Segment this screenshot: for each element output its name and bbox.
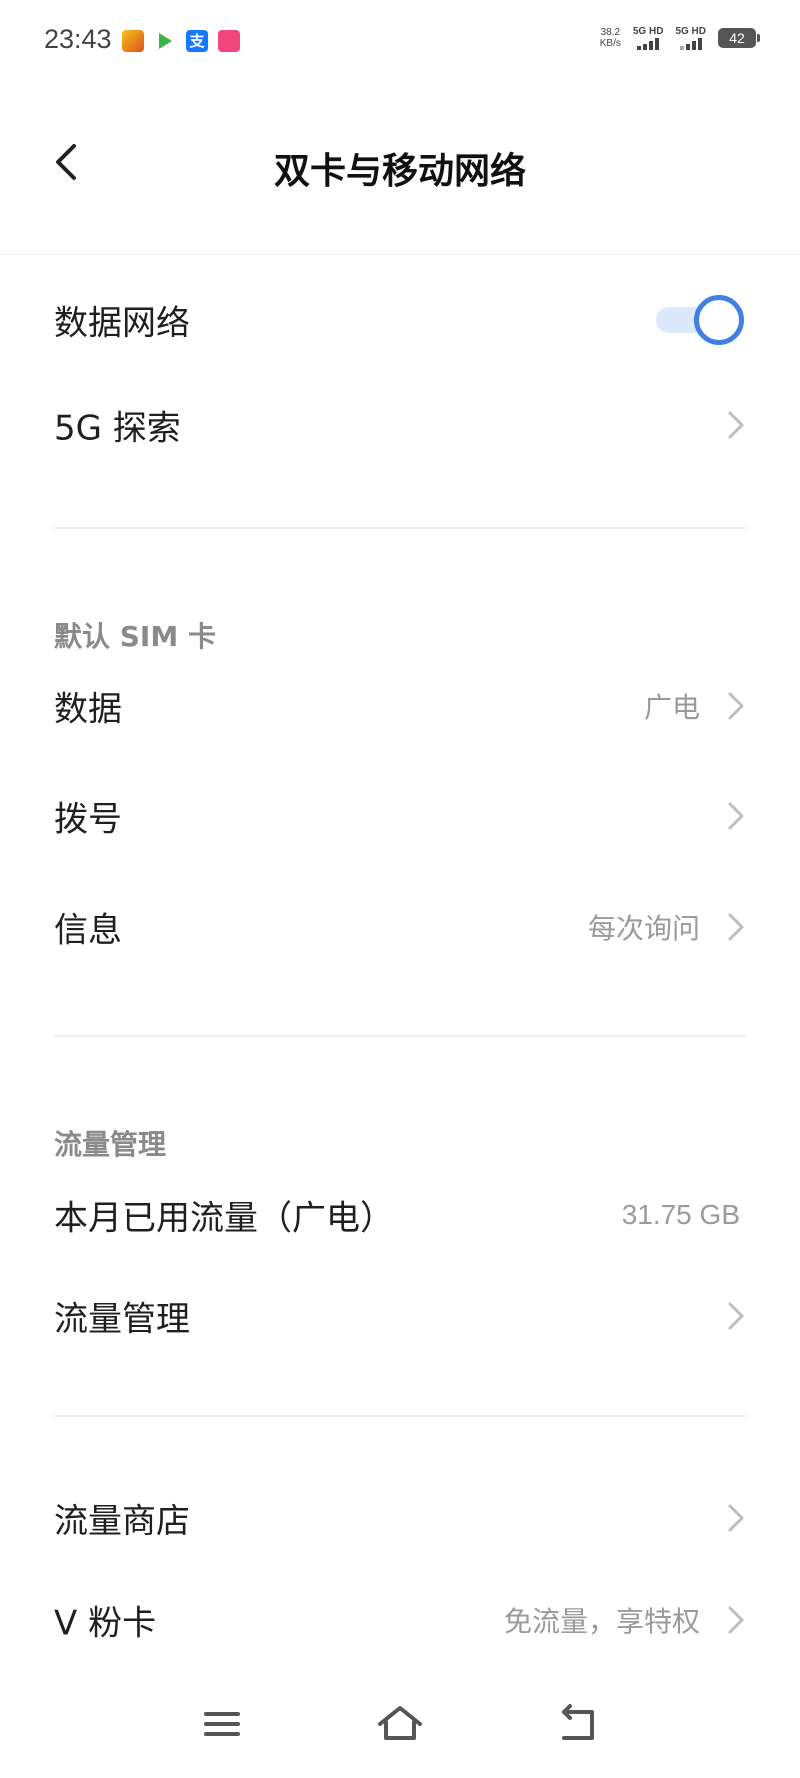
alipay-icon: 支 — [186, 30, 208, 52]
page-title: 双卡与移动网络 — [273, 151, 526, 192]
sim2-signal: 5G HD — [675, 26, 706, 50]
row-label: 本月已用流量（广电） — [54, 1198, 394, 1239]
back-icon — [562, 1704, 594, 1740]
sim1-signal: 5G HD — [632, 26, 664, 50]
home-icon — [378, 1706, 422, 1740]
row-label: 数据网络 — [54, 303, 190, 344]
row-value: 广电 — [643, 691, 700, 724]
row-value: 每次询问 — [587, 912, 700, 945]
menu-icon — [204, 1712, 240, 1736]
row-traffic-store[interactable]: 流量商店 — [0, 1473, 800, 1563]
app-icon-1 — [122, 30, 144, 52]
row-value: 31.75 GB — [621, 1199, 740, 1230]
row-label: 流量管理 — [54, 1299, 190, 1340]
chevron-right-icon — [724, 688, 748, 724]
status-time: 23:43 — [44, 24, 112, 54]
row-default-data[interactable]: 数据 广电 — [0, 661, 800, 751]
chevron-right-icon — [724, 1298, 748, 1334]
app-icon-2 — [154, 30, 176, 52]
chevron-right-icon — [724, 798, 748, 834]
signal-bars-icon — [679, 38, 702, 50]
chevron-right-icon — [724, 909, 748, 945]
screen: 23:43 支 38.2 KB/s 5G HD 5G HD 42 双卡与移动网络… — [0, 0, 800, 1778]
row-value: 免流量，享特权 — [503, 1605, 700, 1638]
sim1-signal-label: 5G HD — [632, 26, 664, 37]
row-v-fan-card[interactable]: V 粉卡 免流量，享特权 — [0, 1575, 800, 1665]
chevron-right-icon — [724, 1602, 748, 1638]
data-network-toggle[interactable] — [656, 295, 744, 345]
row-5g-explore[interactable]: 5G 探索 — [0, 380, 800, 470]
sim2-signal-label: 5G HD — [675, 26, 706, 37]
row-label: V 粉卡 — [54, 1603, 157, 1644]
nav-menu-button[interactable] — [192, 1694, 252, 1754]
status-indicators: 38.2 KB/s 5G HD 5G HD 42 — [600, 26, 760, 50]
speed-value: 38.2 — [600, 27, 621, 38]
section-header-traffic: 流量管理 — [54, 1128, 167, 1161]
chevron-right-icon — [724, 407, 748, 443]
section-divider — [54, 527, 746, 529]
system-nav-bar — [0, 1680, 800, 1778]
nav-home-button[interactable] — [370, 1694, 430, 1754]
toggle-knob — [694, 295, 744, 345]
row-traffic-management[interactable]: 流量管理 — [0, 1271, 800, 1361]
network-speed: 38.2 KB/s — [600, 27, 621, 49]
section-divider — [54, 1035, 746, 1037]
speed-unit: KB/s — [599, 38, 621, 49]
status-bar: 23:43 支 38.2 KB/s 5G HD 5G HD 42 — [0, 0, 800, 80]
section-header-default-sim: 默认 SIM 卡 — [54, 620, 216, 653]
row-label: 5G 探索 — [54, 408, 181, 449]
row-monthly-usage: 本月已用流量（广电） 31.75 GB — [0, 1170, 800, 1260]
row-label: 流量商店 — [54, 1501, 190, 1542]
app-header: 双卡与移动网络 — [0, 80, 800, 255]
row-label: 数据 — [54, 689, 122, 730]
row-label: 信息 — [54, 910, 122, 951]
row-data-network[interactable]: 数据网络 — [0, 275, 800, 365]
chevron-right-icon — [724, 1500, 748, 1536]
section-divider — [54, 1415, 746, 1417]
signal-bars-icon — [637, 38, 660, 50]
app-icon-4 — [218, 30, 240, 52]
row-label: 拨号 — [54, 799, 122, 840]
nav-back-button[interactable] — [548, 1694, 608, 1754]
row-default-message[interactable]: 信息 每次询问 — [0, 882, 800, 972]
row-default-dial[interactable]: 拨号 — [0, 771, 800, 861]
battery-icon: 42 — [718, 28, 760, 48]
notification-icons: 支 — [122, 30, 240, 52]
